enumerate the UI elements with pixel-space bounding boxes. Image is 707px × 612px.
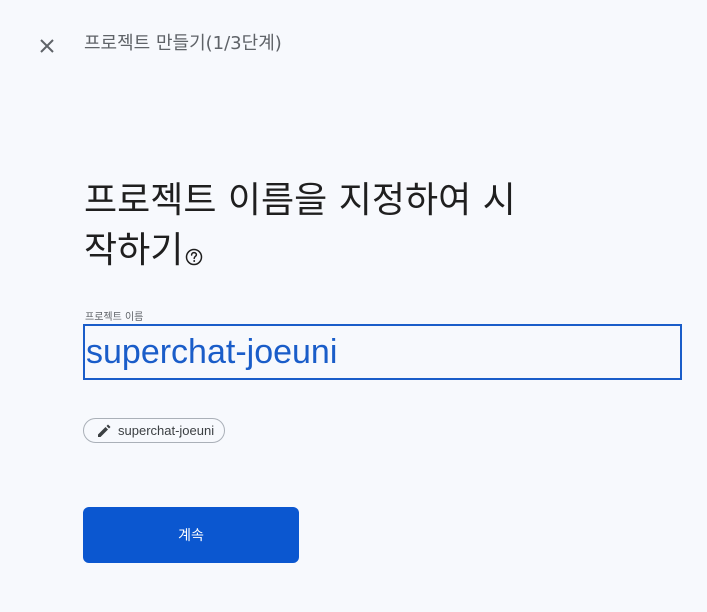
create-project-page: 프로젝트 만들기(1/3단계) 프로젝트 이름을 지정하여 시 작하기 프로젝트… — [0, 0, 707, 612]
project-name-label: 프로젝트 이름 — [85, 312, 144, 323]
close-button[interactable] — [33, 32, 61, 60]
pencil-icon — [96, 423, 112, 439]
continue-button[interactable]: 계속 — [83, 507, 299, 563]
close-icon — [40, 39, 54, 53]
help-icon[interactable] — [185, 230, 203, 266]
step-title: 프로젝트 만들기(1/3단계) — [84, 33, 282, 54]
project-name-input[interactable] — [83, 324, 682, 380]
heading-line-1: 프로젝트 이름을 지정하여 시 — [84, 180, 516, 221]
project-id-chip[interactable]: superchat-joeuni — [83, 418, 226, 443]
page-heading: 프로젝트 이름을 지정하여 시 작하기 — [84, 176, 554, 276]
project-id-chip-label: superchat-joeuni — [118, 423, 215, 438]
heading-line-2: 작하기 — [84, 230, 184, 271]
